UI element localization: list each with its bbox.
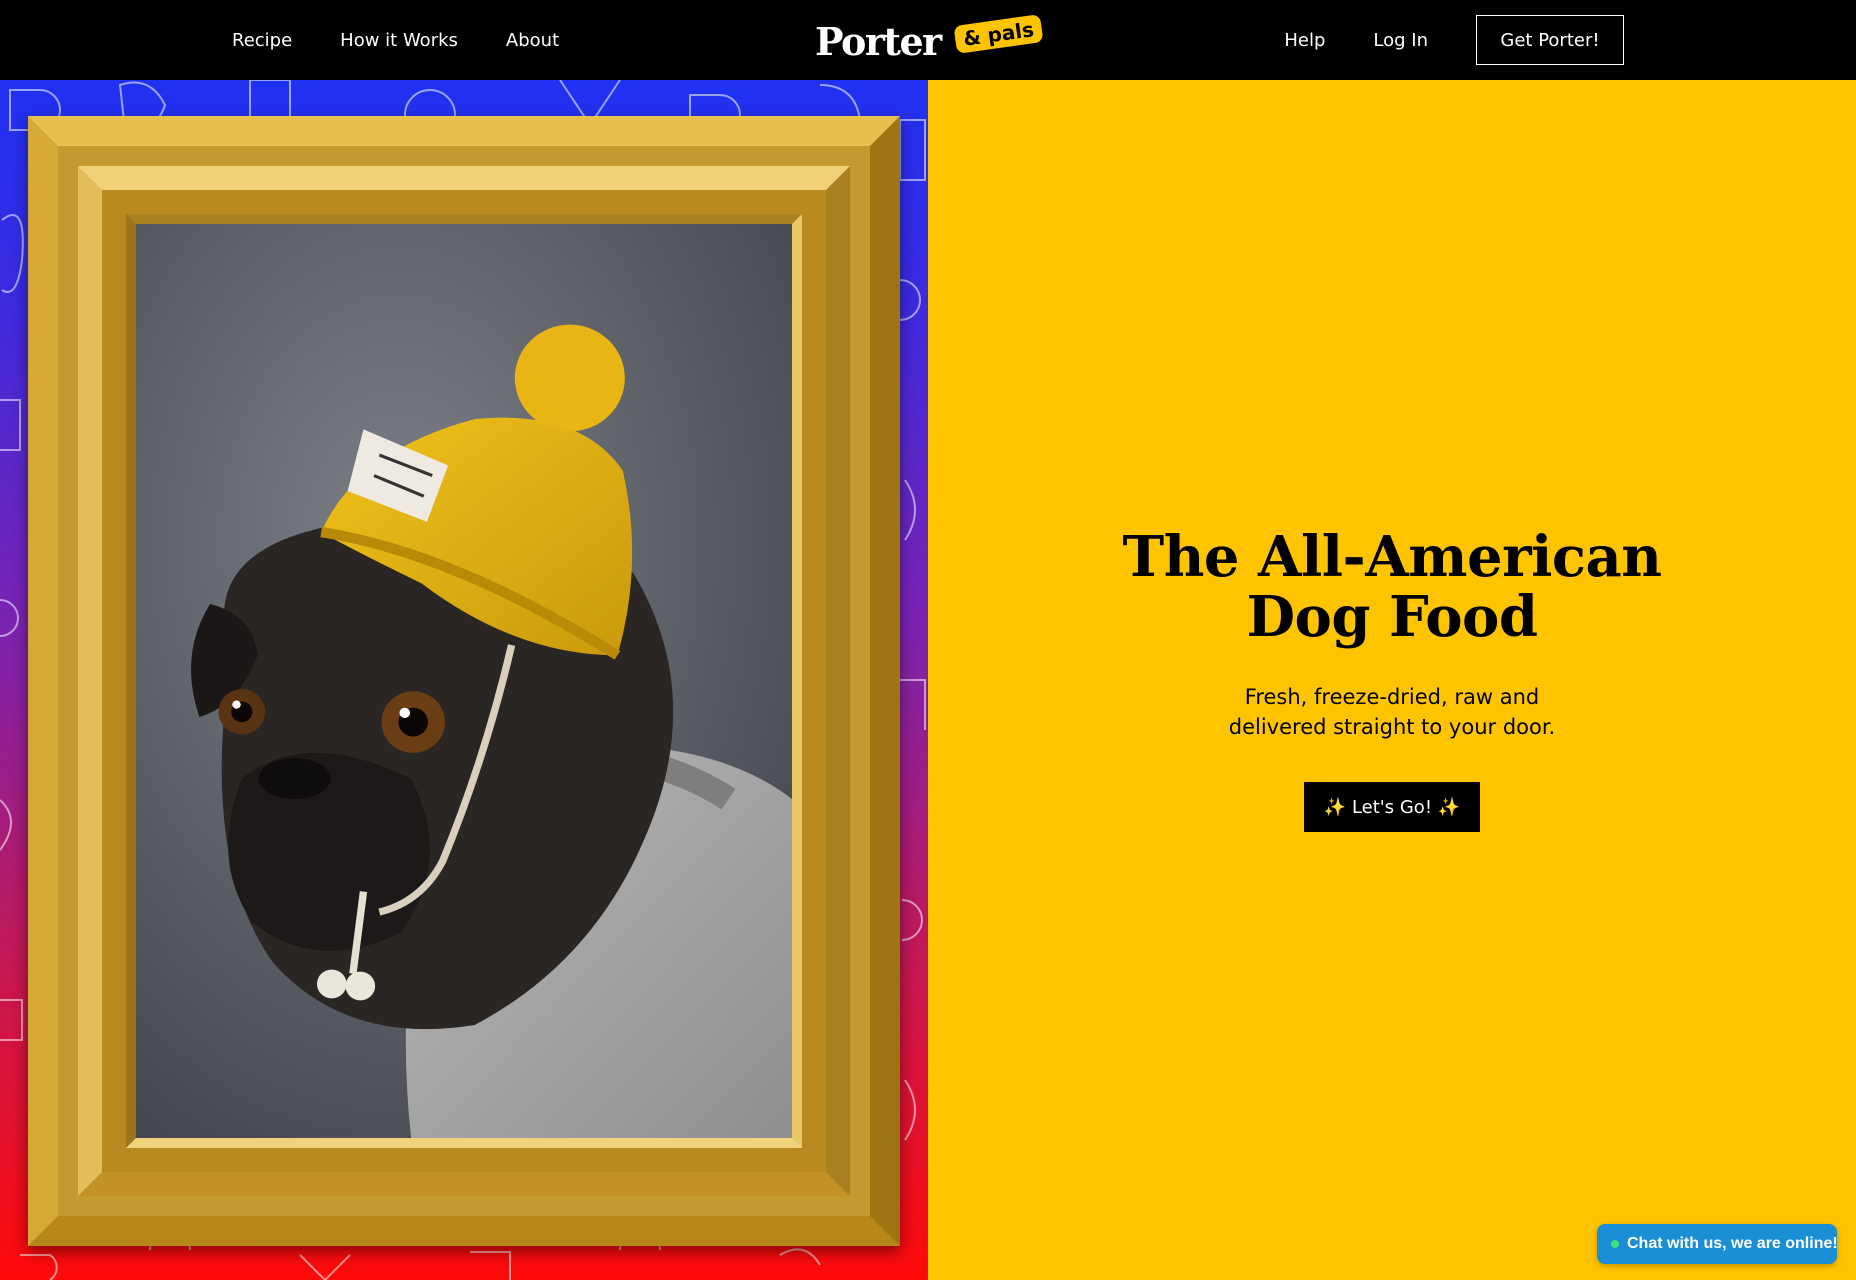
hero-art-panel [0, 80, 928, 1280]
get-porter-button[interactable]: Get Porter! [1476, 15, 1624, 65]
primary-nav: Recipe How it Works About [232, 0, 559, 80]
pug-in-yellow-beanie-photo [136, 224, 792, 1138]
live-chat-button[interactable]: Chat with us, we are online! [1597, 1224, 1838, 1264]
hero-subtitle: Fresh, freeze-dried, raw and delivered s… [928, 682, 1856, 742]
hero-title-line-2: Dog Food [1246, 584, 1538, 650]
top-navigation: Recipe How it Works About Porter & pals … [0, 0, 1856, 80]
nav-link-log-in[interactable]: Log In [1373, 30, 1428, 51]
nav-link-recipe[interactable]: Recipe [232, 30, 292, 51]
hero-title-line-1: The All-American [1122, 524, 1662, 590]
account-nav: Help Log In Get Porter! [1284, 0, 1624, 80]
hero-title: The All-American Dog Food [928, 527, 1856, 647]
online-status-dot-icon [1611, 1240, 1619, 1248]
logo-wordmark: Porter [815, 19, 942, 64]
brand-logo[interactable]: Porter & pals [815, 11, 1046, 68]
chat-label: Chat with us, we are online! [1627, 1235, 1838, 1252]
nav-link-help[interactable]: Help [1284, 30, 1325, 51]
gold-picture-frame [28, 116, 900, 1246]
lets-go-button[interactable]: ✨ Let's Go! ✨ [1304, 782, 1480, 832]
logo-pals-badge: & pals [951, 11, 1046, 57]
hero-panel: The All-American Dog Food Fresh, freeze-… [928, 80, 1856, 1280]
hero-subtitle-line-2: delivered straight to your door. [1228, 715, 1556, 739]
nav-link-about[interactable]: About [506, 30, 559, 51]
nav-link-how-it-works[interactable]: How it Works [340, 30, 458, 51]
hero-subtitle-line-1: Fresh, freeze-dried, raw and [1244, 685, 1540, 709]
